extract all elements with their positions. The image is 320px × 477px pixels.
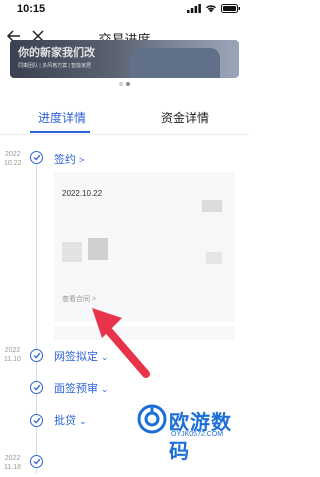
tab-progress-details[interactable]: 进度详情 (38, 109, 86, 126)
date-year: 2022 (4, 455, 21, 462)
status-time: 10:15 (17, 3, 46, 15)
date-day: 11.10 (4, 356, 21, 363)
card-date: 2022.10.22 (62, 189, 103, 198)
banner-title: 你的新家我们改 (18, 47, 95, 59)
step-loan-approval[interactable]: 批贷 ⌄ (54, 412, 87, 428)
carousel-dots (0, 82, 249, 86)
check-circle-icon (30, 151, 43, 164)
step-date: 2022 10.22 (4, 150, 22, 168)
watermark-url: OYJK0572.COM (171, 431, 224, 438)
chevron-right-icon: > (79, 155, 85, 165)
status-bar: 10:15 (0, 0, 249, 20)
banner-image (130, 48, 220, 78)
ad-banner[interactable]: 你的新家我们改 同策团队 | 多风格方案 | 智能家居 (10, 40, 239, 78)
banner-subtitle: 同策团队 | 多风格方案 | 智能家居 (18, 63, 92, 69)
date-year: 2022 (4, 347, 21, 354)
step-date: 2022 11.10 (4, 346, 21, 364)
check-circle-icon (30, 349, 43, 362)
blurred-content (62, 242, 82, 262)
date-day: 11.18 (4, 464, 21, 471)
blurred-content (88, 238, 108, 260)
step-label: 面签预审 (54, 383, 98, 395)
date-year: 2022 (4, 151, 21, 158)
watermark: 欧游数码 OYJK0572.COM (137, 404, 247, 463)
step-date: 2022 11.18 (4, 454, 21, 472)
divider (0, 134, 249, 135)
annotation-arrow-icon (92, 308, 150, 378)
status-icons (187, 4, 241, 13)
check-circle-icon (30, 455, 43, 468)
tab-bar: 进度详情 资金详情 (0, 100, 249, 134)
tab-fund-details[interactable]: 资金详情 (161, 109, 209, 126)
chevron-down-icon: ⌄ (101, 384, 109, 394)
check-circle-icon (30, 381, 43, 394)
blurred-content (206, 252, 222, 264)
check-circle-icon (30, 414, 43, 427)
battery-icon (221, 4, 240, 13)
watermark-logo-icon (137, 404, 167, 434)
step-label: 签约 (54, 154, 76, 166)
active-tab-indicator (30, 131, 90, 133)
signal-icon (187, 4, 201, 13)
step-label: 批贷 (54, 415, 76, 427)
blurred-content (202, 200, 222, 212)
wifi-icon (206, 5, 216, 13)
step-signing[interactable]: 签约 > (54, 151, 84, 167)
step-interview-review[interactable]: 面签预审 ⌄ (54, 380, 109, 396)
carousel-dot (119, 82, 123, 86)
chevron-down-icon: ⌄ (79, 416, 87, 426)
date-day: 10.22 (4, 160, 22, 167)
carousel-dot-active (126, 82, 130, 86)
